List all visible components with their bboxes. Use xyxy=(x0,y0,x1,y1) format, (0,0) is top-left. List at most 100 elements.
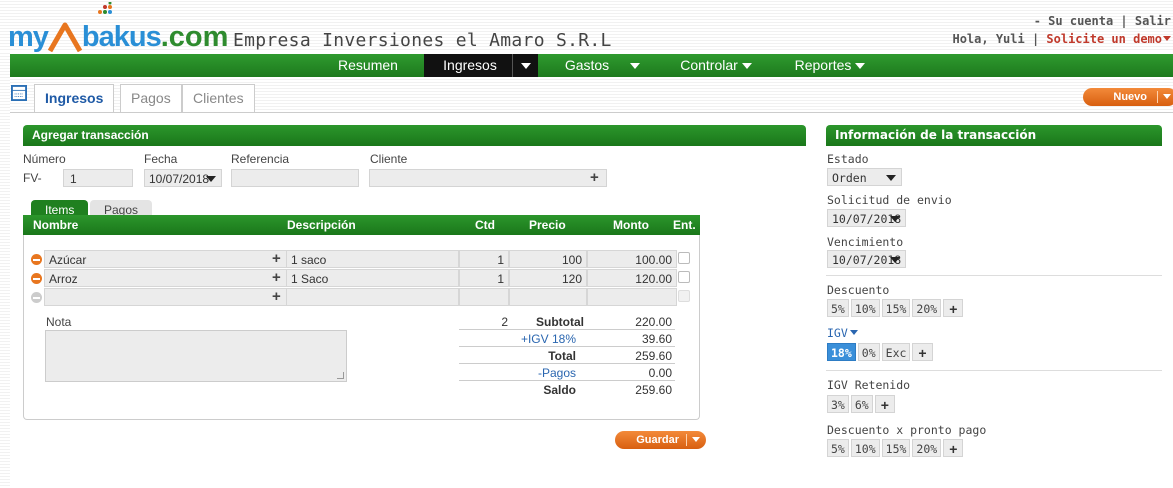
add-igv-retenido-button[interactable]: + xyxy=(874,395,895,413)
account-links[interactable]: - Su cuenta | Salir xyxy=(1034,14,1171,28)
estado-select[interactable]: Orden xyxy=(827,168,902,186)
nav-controlar-label: Controlar xyxy=(680,57,738,73)
demo-link[interactable]: Solicite un demo xyxy=(1046,32,1162,46)
chevron-down-icon[interactable] xyxy=(1163,94,1171,99)
igv-exc[interactable]: Exc xyxy=(881,343,911,361)
add-client-icon[interactable]: + xyxy=(590,169,599,187)
note-textarea[interactable] xyxy=(45,330,347,382)
chevron-down-icon[interactable] xyxy=(692,437,700,442)
delivered-checkbox xyxy=(678,290,690,302)
main-nav: Resumen Ingresos Gastos Controlar Report… xyxy=(10,54,1173,77)
igv-retenido-3[interactable]: 3% xyxy=(827,395,849,413)
igv-retenido-options: 3% 6% + xyxy=(827,395,897,413)
total-label: Total xyxy=(548,349,576,363)
item-description[interactable]: 1 saco xyxy=(286,250,459,268)
add-description-icon[interactable]: + xyxy=(272,288,281,306)
remove-row-icon[interactable] xyxy=(31,273,42,284)
descuento-10[interactable]: 10% xyxy=(850,299,880,317)
nav-controlar[interactable]: Controlar xyxy=(666,54,766,77)
pronto-20[interactable]: 20% xyxy=(912,439,942,457)
numero-label: Número xyxy=(23,152,66,166)
nav-reportes[interactable]: Reportes xyxy=(780,54,880,77)
pronto-5[interactable]: 5% xyxy=(827,439,849,457)
form-header: Agregar transacción xyxy=(23,125,806,146)
item-amount[interactable]: 100.00 xyxy=(587,250,677,268)
chevron-down-icon xyxy=(849,330,858,335)
pagos-link[interactable]: -Pagos xyxy=(500,366,576,380)
pagos-value: 0.00 xyxy=(648,366,672,380)
referencia-field[interactable] xyxy=(231,169,359,187)
envio-date[interactable]: 10/07/2018 xyxy=(827,209,906,227)
item-amount[interactable] xyxy=(587,288,677,306)
tab-ingresos[interactable]: Ingresos xyxy=(34,84,115,113)
item-amount[interactable]: 120.00 xyxy=(587,269,677,287)
logo[interactable]: my bakus .com xyxy=(8,2,229,53)
item-description[interactable]: 1 Saco xyxy=(286,269,459,287)
remove-row-icon[interactable] xyxy=(31,254,42,265)
item-qty[interactable]: 1 xyxy=(459,250,509,268)
nav-ingresos-dropdown[interactable] xyxy=(512,54,538,77)
section-divider xyxy=(826,275,1162,276)
estado-label: Estado xyxy=(827,152,869,166)
item-name[interactable]: Arroz xyxy=(44,269,288,287)
descuento-15[interactable]: 15% xyxy=(881,299,911,317)
new-button[interactable]: Nuevo xyxy=(1083,88,1173,106)
fecha-field[interactable]: 10/07/2018 xyxy=(144,169,222,187)
item-price[interactable]: 100 xyxy=(509,250,587,268)
subtotal-value: 220.00 xyxy=(635,315,672,329)
add-description-icon[interactable]: + xyxy=(272,250,281,268)
add-igv-button[interactable]: + xyxy=(912,343,933,361)
nav-ingresos[interactable]: Ingresos xyxy=(424,54,516,77)
item-qty[interactable]: 1 xyxy=(459,269,509,287)
cliente-field[interactable] xyxy=(369,169,607,187)
chevron-down-icon xyxy=(630,62,640,69)
chevron-down-icon xyxy=(206,176,216,182)
demo-caret-icon[interactable] xyxy=(1163,36,1171,41)
igv-18[interactable]: 18% xyxy=(827,343,856,361)
items-header: Nombre Descripción Ctd Precio Monto Ent. xyxy=(23,215,700,235)
logo-com: .com xyxy=(160,21,229,53)
igv-retenido-6[interactable]: 6% xyxy=(850,395,873,413)
item-price[interactable] xyxy=(509,288,587,306)
descuento-5[interactable]: 5% xyxy=(827,299,849,317)
section-divider xyxy=(826,370,1162,371)
delivered-checkbox[interactable] xyxy=(678,271,690,283)
igv-0[interactable]: 0% xyxy=(857,343,880,361)
vencimiento-date[interactable]: 10/07/2018 xyxy=(827,250,906,268)
note-label: Nota xyxy=(46,315,72,329)
add-description-icon[interactable]: + xyxy=(272,269,281,287)
nav-gastos-dropdown[interactable] xyxy=(622,54,648,77)
numero-field[interactable]: 1 xyxy=(63,169,133,187)
igv-link[interactable]: +IGV 18% xyxy=(500,332,576,346)
delivered-checkbox[interactable] xyxy=(678,252,690,264)
descuento-20[interactable]: 20% xyxy=(912,299,942,317)
item-price[interactable]: 120 xyxy=(509,269,587,287)
totals-divider xyxy=(459,363,675,364)
resize-grip-icon[interactable] xyxy=(337,372,344,379)
nav-gastos[interactable]: Gastos xyxy=(552,54,622,77)
col-precio: Precio xyxy=(529,218,566,232)
save-button-separator xyxy=(686,434,687,446)
company-name: Empresa Inversiones el Amaro S.R.L xyxy=(233,30,612,51)
saldo-label: Saldo xyxy=(543,383,576,397)
descuento-label: Descuento xyxy=(827,283,890,297)
item-name[interactable] xyxy=(44,288,288,306)
add-descuento-button[interactable]: + xyxy=(943,299,964,317)
tab-pagos[interactable]: Pagos xyxy=(120,84,182,112)
logo-a xyxy=(47,22,82,52)
items-box xyxy=(23,215,700,420)
pronto-pago-options: 5% 10% 15% 20% + xyxy=(827,439,965,457)
pronto-15[interactable]: 15% xyxy=(881,439,911,457)
item-name[interactable]: Azúcar xyxy=(44,250,288,268)
igv-dropdown[interactable]: IGV xyxy=(827,326,858,340)
save-button[interactable]: Guardar xyxy=(615,431,706,449)
left-margin xyxy=(0,52,10,488)
nav-resumen[interactable]: Resumen xyxy=(328,54,408,77)
add-pronto-button[interactable]: + xyxy=(943,439,964,457)
tab-clientes[interactable]: Clientes xyxy=(182,84,255,112)
item-description[interactable] xyxy=(286,288,459,306)
pronto-10[interactable]: 10% xyxy=(850,439,880,457)
igv-dropdown-label: IGV xyxy=(827,326,848,340)
greeting: Hola, Yuli | Solicite un demo xyxy=(952,32,1171,46)
item-qty[interactable] xyxy=(459,288,509,306)
